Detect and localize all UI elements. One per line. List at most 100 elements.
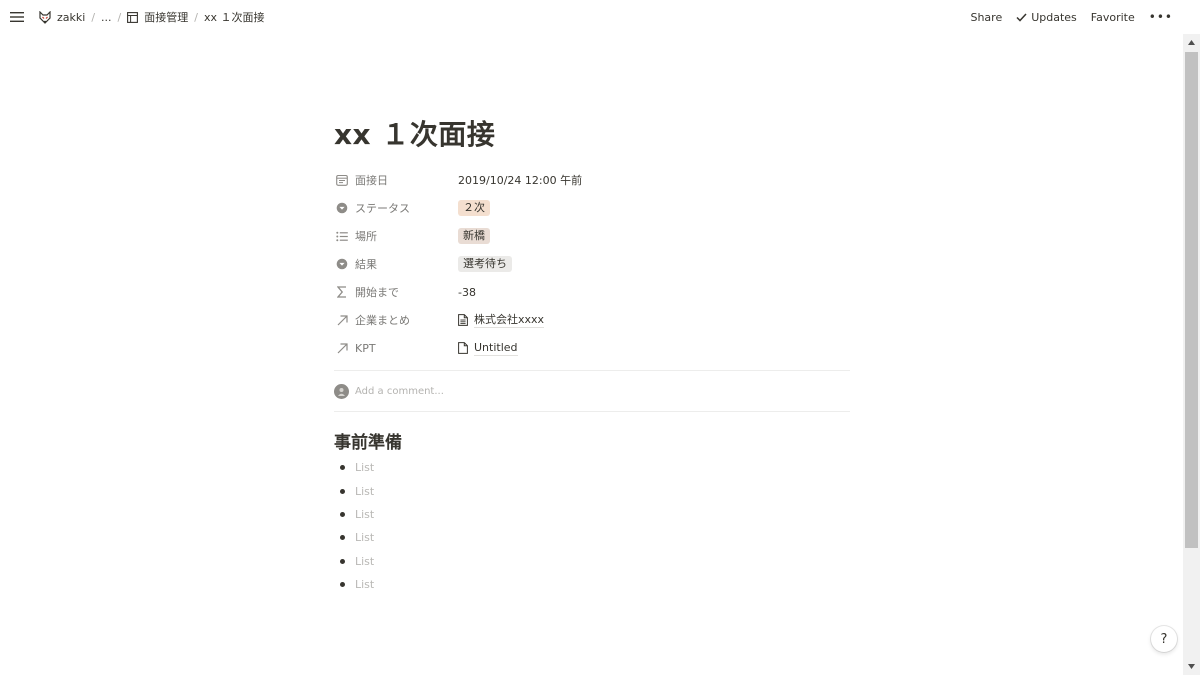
property-value-multiselect[interactable]: 新橋 xyxy=(458,228,490,244)
breadcrumb-ellipsis[interactable]: ... xyxy=(98,9,115,26)
list-item[interactable]: List xyxy=(334,479,850,502)
date-value: 2019/10/24 12:00 午前 xyxy=(458,174,583,187)
scrollbar-thumb[interactable] xyxy=(1185,52,1198,548)
property-name[interactable]: 面接日 xyxy=(334,172,458,188)
database-table-icon xyxy=(127,11,139,23)
list-item-placeholder: List xyxy=(355,531,375,545)
updates-button-label: Updates xyxy=(1031,10,1077,24)
breadcrumb-current-page-label: xx １次面接 xyxy=(203,11,265,24)
result-tag: 選考待ち xyxy=(458,256,512,272)
breadcrumb: zakki / ... / 面接管理 / xx １次面接 xyxy=(36,7,268,27)
favorite-button-label: Favorite xyxy=(1090,10,1135,24)
updates-button[interactable]: Updates xyxy=(1009,9,1084,26)
comment-input-placeholder[interactable]: Add a comment... xyxy=(355,386,444,397)
property-value-relation[interactable]: Untitled xyxy=(458,341,518,356)
property-value-relation[interactable]: 株式会社xxxx xyxy=(458,313,545,328)
property-name[interactable]: 場所 xyxy=(334,228,458,244)
favorite-button[interactable]: Favorite xyxy=(1084,9,1142,26)
document-text-icon xyxy=(458,314,468,326)
property-value-select[interactable]: 選考待ち xyxy=(458,256,512,272)
property-name-label: 面接日 xyxy=(355,174,388,187)
status-tag: ２次 xyxy=(458,200,490,216)
bullet-dot-icon xyxy=(340,558,345,564)
property-row: 場所 新橋 xyxy=(334,222,850,250)
page-content: xx １次面接 面接日 2019/10/24 12:00 午前 ステータス ２次… xyxy=(334,34,850,596)
bullet-dot-icon xyxy=(340,488,345,494)
vertical-scrollbar[interactable] xyxy=(1183,34,1200,675)
relation-page-link[interactable]: Untitled xyxy=(474,341,518,356)
arrow-up-right-icon xyxy=(334,340,350,356)
help-button[interactable]: ? xyxy=(1151,626,1177,652)
list-item[interactable]: List xyxy=(334,526,850,549)
property-name[interactable]: 開始まで xyxy=(334,284,458,300)
list-item[interactable]: List xyxy=(334,503,850,526)
property-name[interactable]: KPT xyxy=(334,340,458,356)
list-item[interactable]: List xyxy=(334,573,850,596)
bullet-dot-icon xyxy=(340,582,345,588)
share-button-label: Share xyxy=(970,10,1003,24)
breadcrumb-separator: / xyxy=(194,10,198,24)
property-name-label: KPT xyxy=(355,341,376,355)
list-item-placeholder: List xyxy=(355,461,375,475)
property-row: 開始まで -38 xyxy=(334,278,850,306)
list-item-placeholder: List xyxy=(355,554,375,568)
list-icon xyxy=(334,228,350,244)
topbar: zakki / ... / 面接管理 / xx １次面接 Share Updat… xyxy=(0,0,1183,34)
checkmark-icon xyxy=(1016,12,1027,22)
comment-box[interactable]: Add a comment... xyxy=(334,371,850,411)
avatar xyxy=(334,383,349,399)
list-item-placeholder: List xyxy=(355,578,375,592)
bullet-dot-icon xyxy=(340,511,345,517)
divider xyxy=(334,411,850,412)
scroll-up-arrow-icon[interactable] xyxy=(1183,34,1200,51)
location-tag: 新橋 xyxy=(458,228,490,244)
property-name[interactable]: 結果 xyxy=(334,256,458,272)
list-item[interactable]: List xyxy=(334,456,850,479)
more-dots-icon: ••• xyxy=(1148,10,1173,24)
section-heading[interactable]: 事前準備 xyxy=(334,432,850,454)
property-row: ステータス ２次 xyxy=(334,194,850,222)
property-value-select[interactable]: ２次 xyxy=(458,200,490,216)
sidebar-toggle-button[interactable] xyxy=(0,0,34,34)
property-row: 結果 選考待ち xyxy=(334,250,850,278)
breadcrumb-database-label: 面接管理 xyxy=(144,11,189,24)
more-options-button[interactable]: ••• xyxy=(1142,10,1183,24)
breadcrumb-workspace[interactable]: zakki xyxy=(36,9,88,26)
property-list: 面接日 2019/10/24 12:00 午前 ステータス ２次 場所 新橋 結… xyxy=(334,166,850,362)
hamburger-menu-icon xyxy=(10,12,24,22)
document-icon xyxy=(458,342,468,354)
property-value-date[interactable]: 2019/10/24 12:00 午前 xyxy=(458,172,582,188)
breadcrumb-current-page[interactable]: xx １次面接 xyxy=(201,7,268,27)
select-icon xyxy=(334,200,350,216)
arrow-up-right-icon xyxy=(334,312,350,328)
property-name-label: 結果 xyxy=(355,258,377,271)
property-row: 面接日 2019/10/24 12:00 午前 xyxy=(334,166,850,194)
property-name[interactable]: 企業まとめ xyxy=(334,312,458,328)
formula-value: -38 xyxy=(458,285,476,299)
calendar-icon xyxy=(334,172,350,188)
share-button[interactable]: Share xyxy=(963,9,1009,26)
breadcrumb-database[interactable]: 面接管理 xyxy=(124,7,191,27)
bulleted-list: List List List List List List xyxy=(334,456,850,596)
breadcrumb-separator: / xyxy=(117,10,122,24)
breadcrumb-workspace-label: zakki xyxy=(57,10,86,24)
scroll-down-arrow-icon[interactable] xyxy=(1183,658,1200,675)
relation-page-link[interactable]: 株式会社xxxx xyxy=(474,313,545,328)
bullet-dot-icon xyxy=(340,535,345,541)
sigma-icon xyxy=(334,284,350,300)
breadcrumb-separator: / xyxy=(91,10,96,24)
list-item[interactable]: List xyxy=(334,550,850,573)
property-name-label: 開始まで xyxy=(355,286,399,299)
user-avatar-icon xyxy=(338,387,345,396)
workspace-fox-icon xyxy=(39,10,51,24)
help-question-icon: ? xyxy=(1160,631,1168,647)
topbar-actions: Share Updates Favorite ••• xyxy=(963,9,1183,26)
page-title[interactable]: xx １次面接 xyxy=(334,118,850,152)
property-name-label: 企業まとめ xyxy=(355,314,410,327)
property-name-label: 場所 xyxy=(355,230,377,243)
property-row: KPT Untitled xyxy=(334,334,850,362)
select-icon xyxy=(334,256,350,272)
property-value-formula[interactable]: -38 xyxy=(458,286,476,299)
property-name[interactable]: ステータス xyxy=(334,200,458,216)
bullet-dot-icon xyxy=(340,465,345,471)
